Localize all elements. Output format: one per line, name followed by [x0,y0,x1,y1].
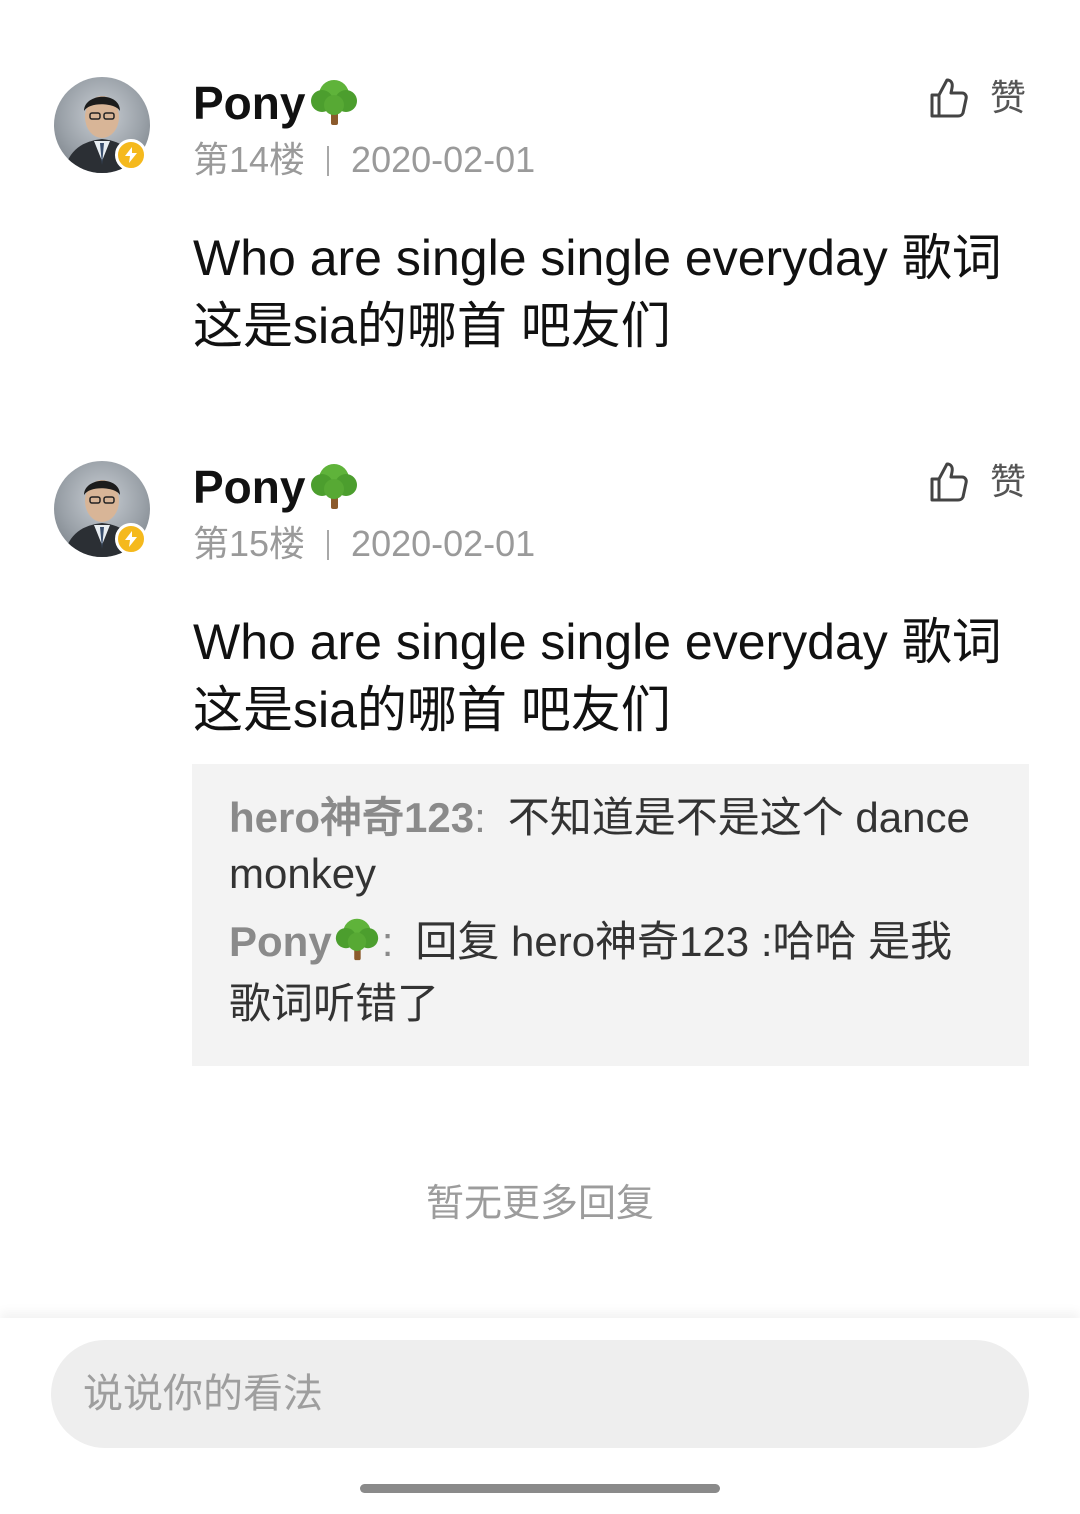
reply-item[interactable]: hero神奇123: 不知道是不是这个 dance monkey [229,790,993,902]
like-button[interactable]: 赞 [928,76,1028,120]
meta-divider [327,146,330,176]
tree-emoji-icon [307,461,361,521]
like-label: 赞 [990,461,1027,502]
like-label: 赞 [990,77,1027,118]
comment-bar [0,1318,1080,1514]
home-indicator[interactable] [360,1484,720,1493]
post-meta: 第14楼 2020-02-01 [193,140,535,180]
no-more-replies: 暂无更多回复 [425,1183,654,1225]
floor-number: 第15楼 [193,523,306,564]
meta-divider [327,530,330,560]
username-text[interactable]: Pony [193,77,305,129]
reply-username[interactable]: Pony [229,918,332,965]
username-text[interactable]: Pony [193,461,305,513]
reply-list: hero神奇123: 不知道是不是这个 dance monkey Pony : 回复… [192,764,1029,1066]
post-content: Who are single single everyday 歌词 这是sia的… [193,614,1002,738]
username[interactable]: Pony [193,77,361,137]
lightning-badge-icon [115,523,147,555]
post-date: 2020-02-01 [351,139,536,180]
like-button[interactable]: 赞 [928,460,1028,504]
tree-emoji-icon [332,916,382,976]
post-meta: 第15楼 2020-02-01 [193,524,535,564]
floor-number: 第14楼 [193,139,306,180]
username[interactable]: Pony [193,461,361,521]
tree-emoji-icon [307,77,361,137]
lightning-badge-icon [115,139,147,171]
reply-colon: : [381,918,394,965]
post-content: Who are single single everyday 歌词 这是sia的… [193,230,1002,354]
reply-username[interactable]: hero神奇123 [229,794,474,841]
thumbs-up-icon [930,78,968,118]
post-date: 2020-02-01 [351,523,536,564]
reply-colon: : [474,794,486,841]
reply-item[interactable]: Pony : 回复 hero神奇123 :哈哈 是我歌词听错了 [229,914,993,1032]
thumbs-up-icon [930,462,968,502]
comment-input[interactable] [51,1340,1029,1448]
